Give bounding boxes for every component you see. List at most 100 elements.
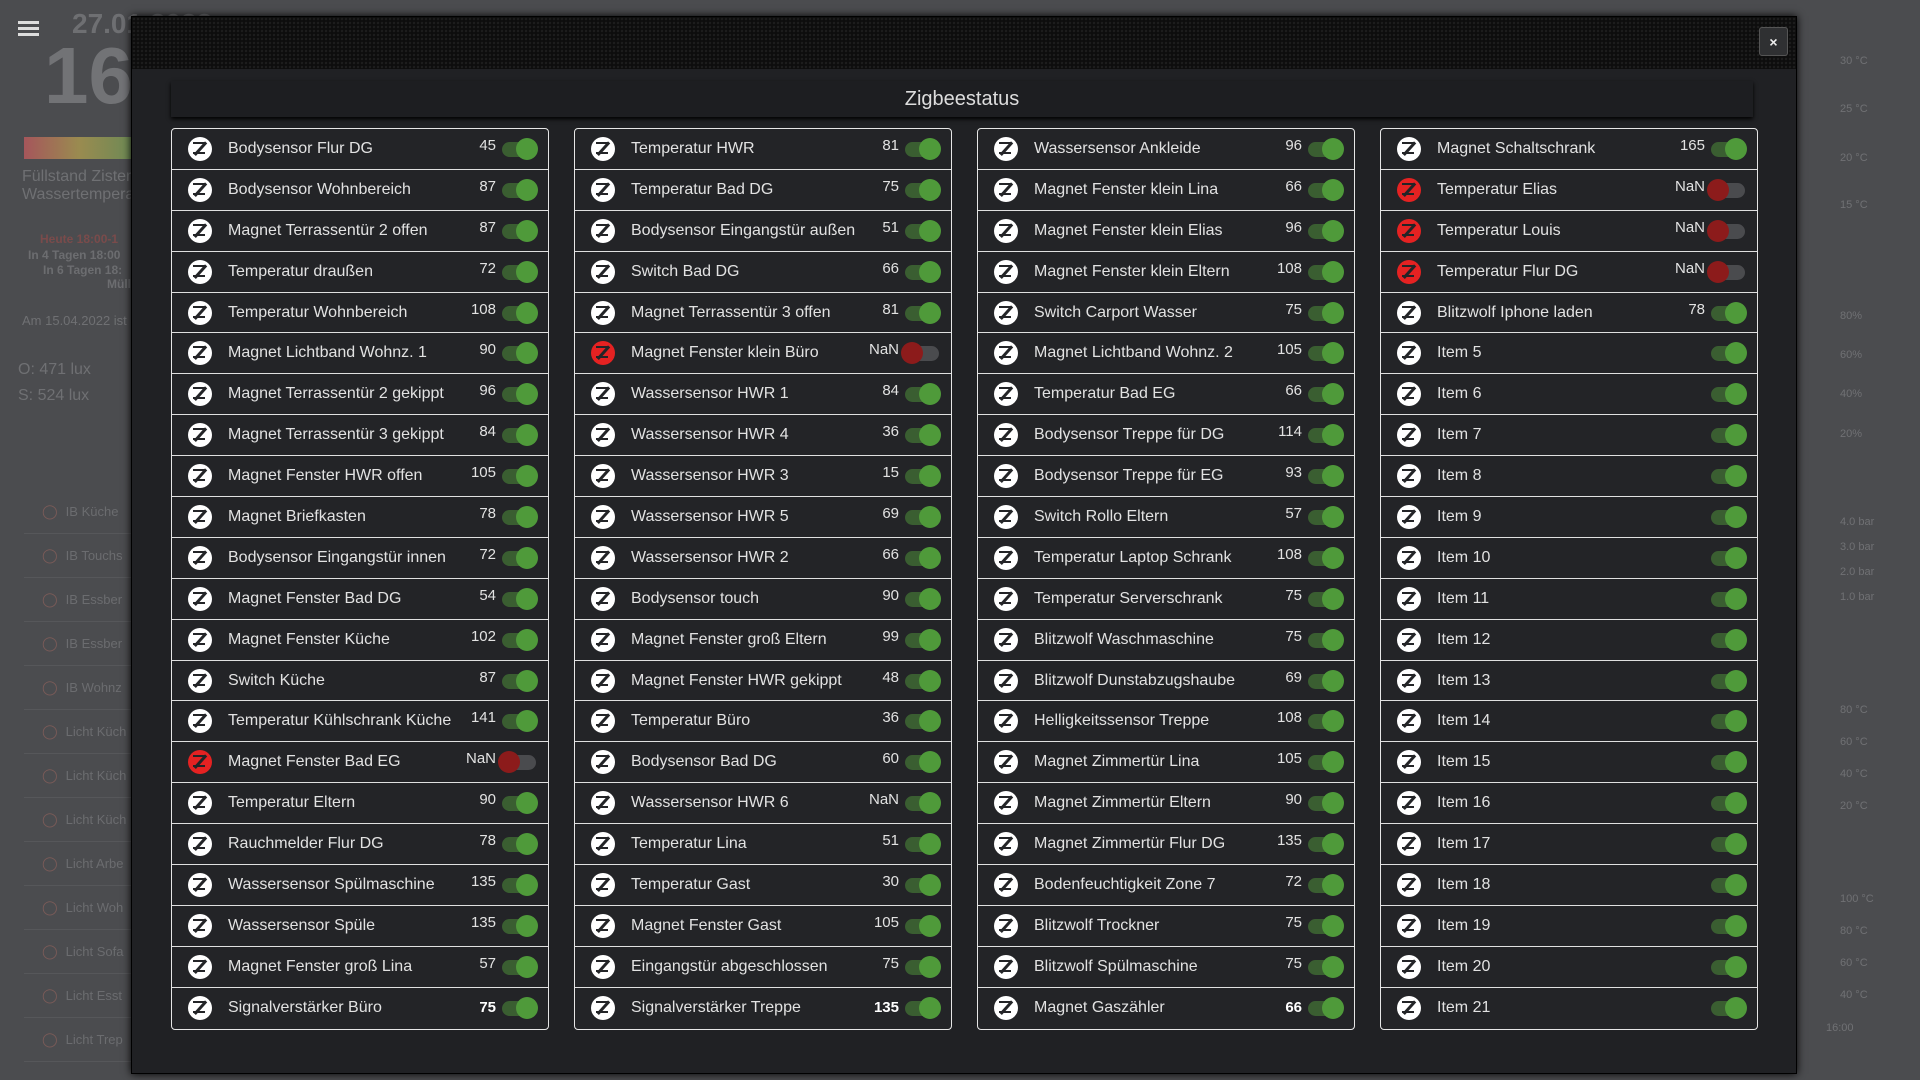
availability-toggle[interactable]	[502, 833, 538, 856]
availability-toggle[interactable]	[1711, 506, 1747, 529]
availability-toggle[interactable]	[502, 465, 538, 488]
availability-toggle[interactable]	[1308, 914, 1344, 937]
availability-toggle[interactable]	[1308, 669, 1344, 692]
availability-toggle[interactable]	[502, 587, 538, 610]
availability-toggle[interactable]	[1308, 465, 1344, 488]
availability-toggle[interactable]	[502, 792, 538, 815]
light-item[interactable]: ◯ Licht Küch	[24, 754, 134, 798]
availability-toggle[interactable]	[1707, 178, 1745, 201]
availability-toggle[interactable]	[502, 996, 538, 1019]
availability-toggle[interactable]	[1711, 546, 1747, 569]
availability-toggle[interactable]	[1308, 301, 1344, 324]
availability-toggle[interactable]	[1711, 424, 1747, 447]
availability-toggle[interactable]	[1308, 792, 1344, 815]
light-item[interactable]: ◯ Licht Sofa	[24, 930, 134, 974]
availability-toggle[interactable]	[905, 710, 941, 733]
availability-toggle[interactable]	[1308, 138, 1344, 160]
availability-toggle[interactable]	[1711, 669, 1747, 692]
availability-toggle[interactable]	[905, 833, 941, 856]
availability-toggle[interactable]	[502, 301, 538, 324]
availability-toggle[interactable]	[1711, 138, 1747, 160]
availability-toggle[interactable]	[905, 914, 941, 937]
light-item[interactable]: ◯ IB Küche	[24, 490, 134, 534]
availability-toggle[interactable]	[502, 260, 538, 283]
availability-toggle[interactable]	[1711, 874, 1747, 897]
availability-toggle[interactable]	[502, 710, 538, 733]
availability-toggle[interactable]	[1711, 301, 1747, 324]
availability-toggle[interactable]	[498, 751, 536, 774]
availability-toggle[interactable]	[502, 628, 538, 651]
availability-toggle[interactable]	[1711, 628, 1747, 651]
availability-toggle[interactable]	[1308, 546, 1344, 569]
availability-toggle[interactable]	[1308, 751, 1344, 774]
availability-toggle[interactable]	[1308, 178, 1344, 201]
hamburger-menu-icon[interactable]	[18, 21, 39, 36]
availability-toggle[interactable]	[905, 178, 941, 201]
availability-toggle[interactable]	[1308, 342, 1344, 365]
light-item[interactable]: ◯ IB Essber	[24, 578, 134, 622]
availability-toggle[interactable]	[1308, 710, 1344, 733]
light-item[interactable]: ◯ IB Essber	[24, 622, 134, 666]
availability-toggle[interactable]	[905, 751, 941, 774]
availability-toggle[interactable]	[502, 546, 538, 569]
light-item[interactable]: ◯ Licht Küch	[24, 710, 134, 754]
availability-toggle[interactable]	[502, 178, 538, 201]
availability-toggle[interactable]	[1711, 833, 1747, 856]
availability-toggle[interactable]	[502, 342, 538, 365]
light-item[interactable]: ◯ Licht Trep	[24, 1018, 134, 1062]
availability-toggle[interactable]	[1308, 833, 1344, 856]
light-item[interactable]: ◯ IB Wohnz	[24, 666, 134, 710]
availability-toggle[interactable]	[905, 138, 941, 160]
availability-toggle[interactable]	[905, 301, 941, 324]
availability-toggle[interactable]	[1711, 465, 1747, 488]
availability-toggle[interactable]	[502, 914, 538, 937]
availability-toggle[interactable]	[1711, 955, 1747, 978]
availability-toggle[interactable]	[1711, 751, 1747, 774]
availability-toggle[interactable]	[1711, 792, 1747, 815]
availability-toggle[interactable]	[502, 506, 538, 529]
availability-toggle[interactable]	[502, 669, 538, 692]
availability-toggle[interactable]	[502, 138, 538, 160]
availability-toggle[interactable]	[502, 383, 538, 406]
availability-toggle[interactable]	[1308, 874, 1344, 897]
availability-toggle[interactable]	[1308, 996, 1344, 1019]
availability-toggle[interactable]	[905, 260, 941, 283]
availability-toggle[interactable]	[905, 955, 941, 978]
availability-toggle[interactable]	[905, 587, 941, 610]
availability-toggle[interactable]	[905, 465, 941, 488]
availability-toggle[interactable]	[502, 219, 538, 242]
availability-toggle[interactable]	[905, 628, 941, 651]
availability-toggle[interactable]	[1308, 383, 1344, 406]
availability-toggle[interactable]	[1707, 260, 1745, 283]
availability-toggle[interactable]	[905, 996, 941, 1019]
availability-toggle[interactable]	[1308, 587, 1344, 610]
availability-toggle[interactable]	[1308, 260, 1344, 283]
availability-toggle[interactable]	[905, 424, 941, 447]
availability-toggle[interactable]	[1308, 506, 1344, 529]
availability-toggle[interactable]	[1308, 424, 1344, 447]
availability-toggle[interactable]	[1711, 587, 1747, 610]
availability-toggle[interactable]	[502, 424, 538, 447]
availability-toggle[interactable]	[905, 383, 941, 406]
availability-toggle[interactable]	[502, 874, 538, 897]
availability-toggle[interactable]	[905, 874, 941, 897]
availability-toggle[interactable]	[1711, 914, 1747, 937]
availability-toggle[interactable]	[1308, 628, 1344, 651]
availability-toggle[interactable]	[905, 506, 941, 529]
availability-toggle[interactable]	[1707, 219, 1745, 242]
availability-toggle[interactable]	[1711, 710, 1747, 733]
light-item[interactable]: ◯ Licht Küch	[24, 798, 134, 842]
light-item[interactable]: ◯ Licht Woh	[24, 886, 134, 930]
availability-toggle[interactable]	[1711, 342, 1747, 365]
availability-toggle[interactable]	[905, 669, 941, 692]
availability-toggle[interactable]	[1711, 383, 1747, 406]
availability-toggle[interactable]	[905, 219, 941, 242]
light-item[interactable]: ◯ Licht Arbe	[24, 842, 134, 886]
availability-toggle[interactable]	[502, 955, 538, 978]
availability-toggle[interactable]	[901, 342, 939, 365]
light-item[interactable]: ◯ Licht Esst	[24, 974, 134, 1018]
availability-toggle[interactable]	[1308, 219, 1344, 242]
close-button[interactable]: ×	[1759, 27, 1788, 56]
light-item[interactable]: ◯ IB Touchs	[24, 534, 134, 578]
availability-toggle[interactable]	[905, 546, 941, 569]
